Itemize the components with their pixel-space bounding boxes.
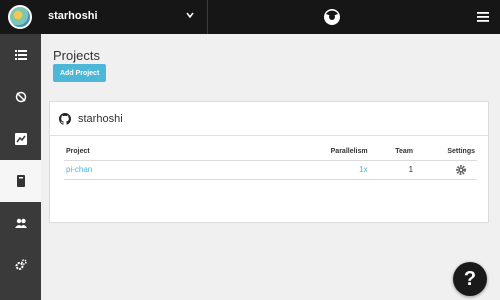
- insights-icon: [14, 133, 27, 145]
- avatar[interactable]: [8, 5, 32, 29]
- sidebar-item-projects[interactable]: [0, 160, 41, 202]
- parallelism-cell: 1x: [320, 160, 370, 180]
- project-cell: pi-chan: [64, 160, 321, 180]
- top-bar: starhoshi: [0, 0, 500, 34]
- column-header-parallelism: Parallelism: [320, 144, 370, 161]
- table-header-row: Project Parallelism Team Settings: [64, 144, 477, 161]
- sidebar-item-builds[interactable]: [0, 34, 41, 76]
- column-header-settings: Settings: [415, 144, 477, 161]
- column-header-team: Team: [369, 144, 416, 161]
- team-count: 1: [369, 160, 416, 180]
- gear-icon[interactable]: [455, 164, 467, 176]
- sidebar-item-team[interactable]: [0, 202, 41, 244]
- parallelism-link[interactable]: 1x: [359, 165, 367, 174]
- sidebar-item-workflows[interactable]: [0, 76, 41, 118]
- github-icon: [59, 113, 71, 125]
- builds-list-icon: [14, 50, 27, 60]
- projects-book-icon: [16, 175, 25, 187]
- card-header: starhoshi: [50, 102, 488, 136]
- sidebar-item-settings[interactable]: [0, 244, 41, 286]
- org-switcher[interactable]: starhoshi: [0, 0, 208, 34]
- workflows-icon: [15, 91, 26, 103]
- add-project-button[interactable]: Add Project: [53, 64, 107, 82]
- org-title: starhoshi: [78, 113, 123, 125]
- chevron-down-icon[interactable]: [186, 10, 194, 20]
- main-content: Projects Add Project starhoshi Project P…: [41, 34, 500, 300]
- help-button[interactable]: ?: [453, 262, 487, 296]
- project-link[interactable]: pi-chan: [66, 165, 92, 174]
- org-projects-card: starhoshi Project Parallelism Team Setti…: [49, 101, 489, 223]
- org-name[interactable]: starhoshi: [48, 10, 98, 22]
- circleci-logo-icon[interactable]: [323, 8, 341, 26]
- table-row: pi-chan 1x 1: [64, 160, 477, 180]
- settings-cell: [415, 160, 477, 180]
- settings-gears-icon: [15, 259, 27, 270]
- projects-table: Project Parallelism Team Settings pi-cha…: [64, 144, 477, 180]
- sidebar-item-insights[interactable]: [0, 118, 41, 160]
- hamburger-icon[interactable]: [477, 12, 489, 22]
- team-icon: [14, 218, 27, 228]
- page-title: Projects: [53, 48, 100, 63]
- column-header-project: Project: [64, 144, 321, 161]
- page-header: Projects Add Project: [41, 34, 500, 94]
- sidebar: [0, 34, 41, 300]
